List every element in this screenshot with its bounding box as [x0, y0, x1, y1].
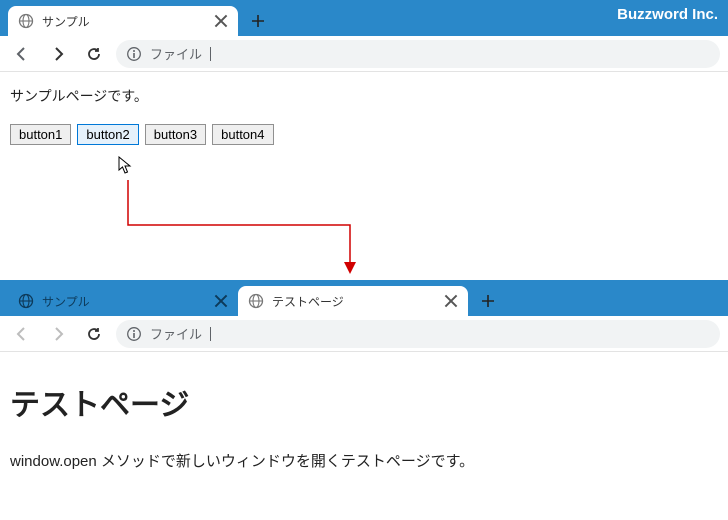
tab-title: サンプル	[42, 293, 206, 310]
reload-button[interactable]	[80, 40, 108, 68]
back-button[interactable]	[8, 40, 36, 68]
info-icon	[126, 46, 142, 62]
tab-sample-bg[interactable]: サンプル	[8, 286, 238, 316]
tab-close-button[interactable]	[444, 294, 458, 308]
tab-title: サンプル	[42, 13, 206, 30]
toolbar: ファイル	[0, 36, 728, 72]
mouse-cursor-icon	[118, 156, 134, 176]
watermark-text: Buzzword Inc.	[617, 6, 718, 23]
page-body-text: window.open メソッドで新しいウィンドウを開くテストページです。	[10, 450, 718, 471]
forward-button[interactable]	[44, 40, 72, 68]
address-bar[interactable]: ファイル	[116, 40, 720, 68]
browser-window-bottom: サンプル テストページ	[0, 280, 728, 520]
address-caret	[210, 47, 211, 61]
page-heading: テストページ	[10, 380, 718, 424]
tab-close-button[interactable]	[214, 294, 228, 308]
address-bar[interactable]: ファイル	[116, 320, 720, 348]
page-content: テストページ window.open メソッドで新しいウィンドウを開くテストペー…	[0, 352, 728, 503]
intro-text: サンプルページです。	[10, 86, 718, 106]
reload-button[interactable]	[80, 320, 108, 348]
address-text: ファイル	[150, 324, 202, 343]
back-button[interactable]	[8, 320, 36, 348]
tab-sample[interactable]: サンプル	[8, 6, 238, 36]
tab-testpage[interactable]: テストページ	[238, 286, 468, 316]
tab-title: テストページ	[272, 293, 436, 310]
address-caret	[210, 327, 211, 341]
button-1[interactable]: button1	[10, 124, 71, 145]
button-3[interactable]: button3	[145, 124, 206, 145]
forward-button[interactable]	[44, 320, 72, 348]
button-row: button1 button2 button3 button4	[10, 124, 718, 145]
info-icon	[126, 326, 142, 342]
new-tab-button[interactable]	[474, 287, 502, 315]
button-4[interactable]: button4	[212, 124, 273, 145]
toolbar: ファイル	[0, 316, 728, 352]
tab-strip: サンプル テストページ	[0, 280, 728, 316]
new-tab-button[interactable]	[244, 7, 272, 35]
globe-icon	[18, 13, 34, 29]
browser-window-top: サンプル ファイル サンプルページです。 button1	[0, 0, 728, 280]
globe-icon	[248, 293, 264, 309]
globe-icon	[18, 293, 34, 309]
tab-close-button[interactable]	[214, 14, 228, 28]
address-text: ファイル	[150, 44, 202, 63]
page-content: サンプルページです。 button1 button2 button3 butto…	[0, 72, 728, 159]
button-2[interactable]: button2	[77, 124, 138, 145]
